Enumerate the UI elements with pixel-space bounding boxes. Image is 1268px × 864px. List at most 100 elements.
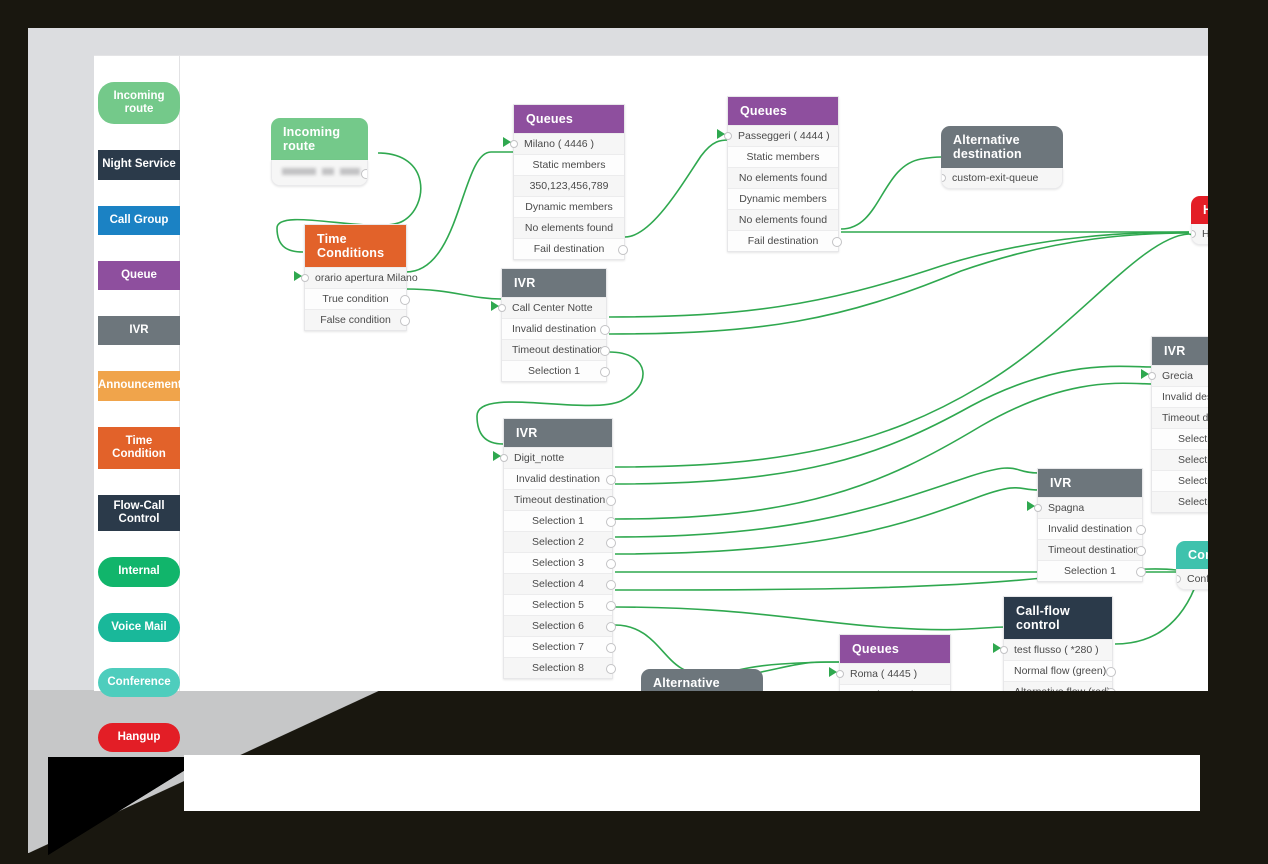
output-port[interactable] [606, 664, 616, 674]
flow-canvas[interactable]: Incoming route Time Conditions orario ap… [181, 56, 1208, 691]
node-row-selection-1[interactable]: Selection 1 [1152, 428, 1208, 449]
node-conference[interactable]: Conference Conference ( 8888 ) [1176, 541, 1208, 590]
input-port[interactable] [1192, 230, 1196, 238]
node-row-true-condition[interactable]: True condition [305, 288, 410, 309]
output-port[interactable] [606, 559, 616, 569]
node-row-name[interactable]: Conference ( 8888 ) [1177, 569, 1208, 589]
input-port[interactable] [993, 643, 1008, 654]
node-ivr-grecia[interactable]: IVR Grecia Invalid destination Timeout d… [1141, 336, 1208, 513]
node-ivr-spagna[interactable]: IVR Spagna Invalid destination Timeout d… [1027, 468, 1146, 582]
node-alternative-destination-bottom[interactable]: Alternative destination custom-exit-queu… [641, 669, 763, 691]
palette-item-ivr[interactable]: IVR [98, 316, 180, 346]
node-row-selection-1[interactable]: Selection 1 [502, 360, 610, 381]
palette-item-announcement[interactable]: Announcement [98, 371, 182, 401]
output-port[interactable] [361, 168, 367, 179]
output-port[interactable] [606, 601, 616, 611]
output-port[interactable] [1106, 688, 1116, 691]
node-row-name[interactable]: Milano ( 4446 ) [503, 133, 624, 154]
node-row-invalid-destination[interactable]: Invalid destination [1152, 386, 1208, 407]
palette-item-conference[interactable]: Conference [98, 667, 180, 698]
output-port[interactable] [600, 367, 610, 377]
output-port[interactable] [618, 245, 628, 255]
output-port[interactable] [606, 580, 616, 590]
node-row-name[interactable]: orario apertura Milano [294, 267, 418, 288]
node-row-timeout-destination[interactable]: Timeout destination [504, 489, 616, 510]
input-port[interactable] [493, 451, 508, 462]
input-port[interactable] [491, 301, 506, 312]
output-port[interactable] [606, 643, 616, 653]
node-hangup[interactable]: Hangup Hangup [1191, 196, 1208, 245]
node-row-selection-2[interactable]: Selection 2 [1152, 449, 1208, 470]
palette-item-queue[interactable]: Queue [98, 260, 180, 291]
node-row-alternative-flow[interactable]: Alternative flow (red) [1004, 681, 1116, 691]
output-port[interactable] [606, 538, 616, 548]
output-port[interactable] [606, 496, 616, 506]
output-port[interactable] [1136, 525, 1146, 535]
input-port[interactable] [1027, 501, 1042, 512]
output-port[interactable] [606, 622, 616, 632]
palette-item-call-group[interactable]: Call Group [98, 205, 180, 235]
node-row-selection-4[interactable]: Selection 4 [504, 573, 616, 594]
output-port[interactable] [1106, 667, 1116, 677]
output-port[interactable] [600, 325, 610, 335]
node-row-invalid-destination[interactable]: Invalid destination [504, 468, 616, 489]
node-row-name[interactable]: test flusso ( *280 ) [993, 639, 1112, 660]
node-row-name[interactable]: Roma ( 4445 ) [829, 663, 950, 684]
palette-item-night-service[interactable]: Night Service [98, 150, 180, 180]
node-row-fail-destination[interactable]: Fail destination [514, 238, 628, 259]
node-row-name[interactable]: Call Center Notte [491, 297, 606, 318]
node-row-selection-8[interactable]: Selection 8 [504, 657, 616, 678]
input-port[interactable] [503, 137, 518, 148]
node-row-name[interactable]: Spagna [1027, 497, 1142, 518]
node-row-selection-6[interactable]: Selection 6 [504, 615, 616, 636]
node-row-name[interactable]: Passeggeri ( 4444 ) [717, 125, 838, 146]
node-row-name[interactable]: Grecia [1141, 365, 1208, 386]
node-row-selection-3[interactable]: Selection 3 [1152, 470, 1208, 491]
input-port[interactable] [942, 174, 946, 182]
node-row-name[interactable]: Digit_notte [493, 447, 612, 468]
node-row-normal-flow[interactable]: Normal flow (green) [1004, 660, 1116, 681]
node-queue-passeggeri[interactable]: Queues Passeggeri ( 4444 ) Static member… [717, 96, 842, 252]
input-port[interactable] [1141, 369, 1156, 380]
output-port[interactable] [1136, 546, 1146, 556]
node-row-selection-5[interactable]: Selection 5 [504, 594, 616, 615]
output-port[interactable] [606, 475, 616, 485]
input-port[interactable] [829, 667, 844, 678]
node-row-invalid-destination[interactable]: Invalid destination [502, 318, 610, 339]
node-time-conditions[interactable]: Time Conditions orario apertura Milano T… [294, 224, 418, 331]
palette-item-internal[interactable]: Internal [98, 557, 180, 587]
output-port[interactable] [400, 295, 410, 305]
output-port[interactable] [600, 346, 610, 356]
palette-item-voice-mail[interactable]: Voice Mail [98, 612, 180, 642]
palette-item-time-condition[interactable]: Time Condition [98, 426, 180, 469]
node-incoming-route[interactable]: Incoming route [271, 118, 368, 186]
node-row-timeout-destination[interactable]: Timeout destination [502, 339, 610, 360]
node-row-redacted-number[interactable] [272, 160, 367, 185]
node-row-selection-3[interactable]: Selection 3 [504, 552, 616, 573]
palette-item-incoming-route[interactable]: Incoming route [98, 82, 180, 125]
node-queue-roma[interactable]: Queues Roma ( 4445 ) Static members No e… [829, 634, 951, 691]
node-row-timeout-destination[interactable]: Timeout destination [1038, 539, 1146, 560]
output-port[interactable] [832, 237, 842, 247]
node-call-flow-control[interactable]: Call-flow control test flusso ( *280 ) N… [993, 596, 1116, 691]
node-row-name[interactable]: custom-exit-queue [942, 168, 1062, 188]
node-row-selection-1[interactable]: Selection 1 [504, 510, 616, 531]
output-port[interactable] [400, 316, 410, 326]
node-row-fail-destination[interactable]: Fail destination [728, 230, 842, 251]
input-port[interactable] [717, 129, 732, 140]
input-port[interactable] [1177, 575, 1181, 583]
node-queue-milano[interactable]: Queues Milano ( 4446 ) Static members 35… [503, 104, 628, 260]
node-row-selection-4[interactable]: Selection 4 [1152, 491, 1208, 512]
node-row-timeout-destination[interactable]: Timeout destination [1152, 407, 1208, 428]
node-row-false-condition[interactable]: False condition [305, 309, 410, 330]
node-alternative-destination-top[interactable]: Alternative destination custom-exit-queu… [941, 126, 1063, 189]
output-port[interactable] [1136, 567, 1146, 577]
node-row-selection-2[interactable]: Selection 2 [504, 531, 616, 552]
node-row-invalid-destination[interactable]: Invalid destination [1038, 518, 1146, 539]
node-ivr-call-center-notte[interactable]: IVR Call Center Notte Invalid destinatio… [491, 268, 610, 382]
input-port[interactable] [294, 271, 309, 282]
output-port[interactable] [606, 517, 616, 527]
node-ivr-digit-notte[interactable]: IVR Digit_notte Invalid destination Time… [493, 418, 616, 679]
palette-item-flow-call-control[interactable]: Flow-Call Control [98, 494, 180, 532]
node-row-selection-1[interactable]: Selection 1 [1038, 560, 1146, 581]
